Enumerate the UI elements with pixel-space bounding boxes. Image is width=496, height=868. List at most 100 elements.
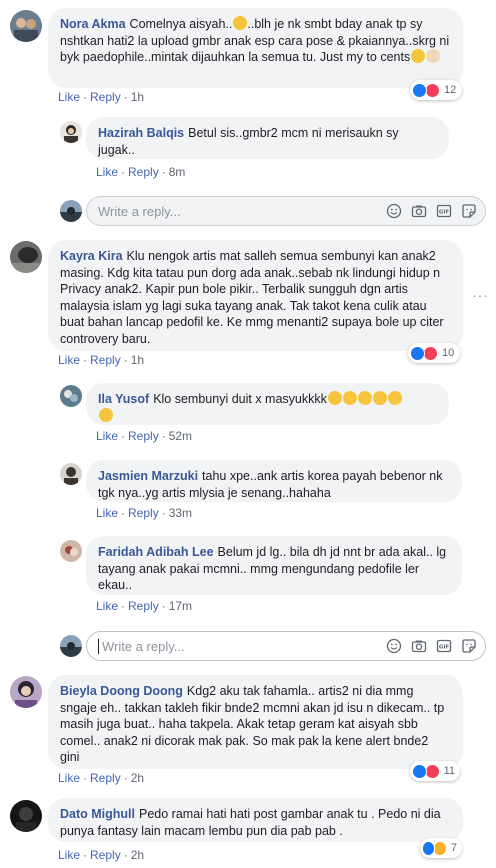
comment-actions: Like · Reply · 2h (58, 848, 145, 862)
svg-text:GIF: GIF (439, 210, 450, 216)
victory-hand-emoji-icon (426, 49, 441, 63)
gif-icon[interactable]: GIF (436, 203, 452, 219)
like-reaction-icon (410, 345, 425, 361)
comment-actions: Like · Reply · 17m (96, 599, 193, 613)
love-reaction-icon (423, 345, 438, 361)
comment-author[interactable]: Bieyla Doong Doong (60, 684, 183, 698)
grinning-sweat-emoji-icon (99, 407, 113, 422)
timestamp[interactable]: 1h (131, 353, 144, 367)
comment-text: Klu nengok artis mat salleh semua sembun… (60, 249, 444, 346)
avatar[interactable] (60, 463, 82, 485)
comment-actions: Like · Reply · 33m (96, 506, 193, 520)
timestamp[interactable]: 33m (169, 506, 192, 520)
comment-actions: Like · Reply · 8m (96, 165, 186, 179)
grinning-sweat-emoji-icon (357, 391, 372, 405)
comment-bubble: Hazirah Balqis Betul sis..gmbr2 mcm ni me… (86, 117, 449, 159)
comment-actions: Like · Reply · 52m (96, 429, 193, 443)
comment-author[interactable]: Faridah Adibah Lee (98, 545, 214, 559)
grinning-sweat-emoji-icon (342, 391, 357, 405)
reply-placeholder: Write a reply... (98, 203, 181, 219)
comment-bubble: Nora Akma Comelnya aisyah.. ..blh je nk sm… (48, 8, 463, 88)
camera-icon[interactable] (411, 638, 427, 654)
reply-tools: GIF (386, 203, 477, 219)
avatar[interactable] (10, 10, 42, 42)
comment-author[interactable]: Hazirah Balqis (98, 126, 184, 140)
reaction-count: 7 (450, 842, 457, 854)
reply-link[interactable]: Reply (128, 599, 159, 613)
emoji-icon[interactable] (386, 638, 402, 654)
reply-link[interactable]: Reply (128, 165, 159, 179)
like-link[interactable]: Like (58, 771, 80, 785)
comment-actions: Like · Reply · 1h (58, 353, 145, 367)
reaction-summary[interactable]: 11 (410, 761, 460, 781)
reply-link[interactable]: Reply (90, 771, 121, 785)
like-link[interactable]: Like (58, 353, 80, 367)
avatar[interactable] (60, 385, 82, 407)
comment-bubble: Ila Yusof Klo sembunyi duit x masyukkkk (86, 383, 449, 425)
like-link[interactable]: Like (58, 848, 80, 862)
reply-link[interactable]: Reply (128, 429, 159, 443)
current-user-avatar (60, 635, 82, 657)
camera-icon[interactable] (411, 203, 427, 219)
heart-eyes-emoji-icon (233, 16, 248, 30)
comment-bubble: Kayra Kira Klu nengok artis mat salleh se… (48, 240, 463, 351)
grinning-sweat-emoji-icon (372, 391, 387, 405)
timestamp[interactable]: 52m (169, 429, 192, 443)
comment-author[interactable]: Ila Yusof (98, 392, 149, 406)
svg-text:GIF: GIF (439, 645, 450, 651)
like-link[interactable]: Like (96, 506, 118, 520)
comment-bubble: Jasmien Marzuki tahu xpe..ank artis korea… (86, 460, 462, 502)
like-link[interactable]: Like (96, 429, 118, 443)
timestamp[interactable]: 2h (131, 771, 144, 785)
like-link[interactable]: Like (58, 90, 80, 104)
comment-author[interactable]: Kayra Kira (60, 249, 123, 263)
comment-text: Comelnya aisyah.. (129, 17, 233, 31)
comment-author[interactable]: Nora Akma (60, 17, 126, 31)
like-link[interactable]: Like (96, 599, 118, 613)
like-link[interactable]: Like (96, 165, 118, 179)
current-user-avatar (60, 200, 82, 222)
comment-actions: Like · Reply · 1h (58, 90, 145, 104)
sticker-icon[interactable] (461, 638, 477, 654)
reply-link[interactable]: Reply (90, 848, 121, 862)
timestamp[interactable]: 8m (169, 165, 186, 179)
reply-link[interactable]: Reply (90, 90, 121, 104)
comment-actions: Like · Reply · 2h (58, 771, 145, 785)
reply-input[interactable]: Write a reply... GIF (86, 196, 486, 226)
reply-link[interactable]: Reply (90, 353, 121, 367)
avatar[interactable] (60, 540, 82, 562)
grinning-sweat-emoji-icon (387, 391, 402, 405)
gif-icon[interactable]: GIF (436, 638, 452, 654)
reaction-summary[interactable]: 7 (420, 838, 462, 858)
reaction-summary[interactable]: 10 (408, 343, 460, 363)
reply-link[interactable]: Reply (128, 506, 159, 520)
timestamp[interactable]: 2h (131, 848, 144, 862)
avatar[interactable] (60, 121, 82, 143)
avatar[interactable] (10, 676, 42, 708)
comment-bubble: Dato Mighull Pedo ramai hati hati post ga… (48, 798, 463, 842)
emoji-icon[interactable] (386, 203, 402, 219)
love-reaction-icon (425, 82, 440, 98)
avatar[interactable] (10, 800, 42, 832)
reply-placeholder: Write a reply... (102, 638, 185, 654)
more-options-icon[interactable]: ··· (472, 287, 489, 303)
sticker-icon[interactable] (461, 203, 477, 219)
reaction-count: 10 (442, 347, 455, 359)
reaction-count: 11 (443, 765, 455, 777)
comment-author[interactable]: Jasmien Marzuki (98, 469, 198, 483)
text-cursor (98, 638, 99, 654)
grinning-sweat-emoji-icon (327, 391, 342, 405)
haha-reaction-icon (433, 840, 447, 856)
comment-bubble: Faridah Adibah Lee Belum jd lg.. bila dh … (86, 536, 462, 595)
smile-emoji-icon (411, 49, 426, 63)
like-reaction-icon (412, 82, 427, 98)
reaction-count: 12 (444, 84, 457, 96)
timestamp[interactable]: 17m (169, 599, 192, 613)
timestamp[interactable]: 1h (131, 90, 144, 104)
reaction-summary[interactable]: 12 (410, 80, 462, 100)
avatar[interactable] (10, 241, 42, 273)
reply-tools: GIF (386, 638, 477, 654)
reply-input[interactable]: Write a reply... GIF (86, 631, 486, 661)
comment-author[interactable]: Dato Mighull (60, 807, 135, 821)
comment-text: Klo sembunyi duit x masyukkkk (153, 392, 327, 406)
